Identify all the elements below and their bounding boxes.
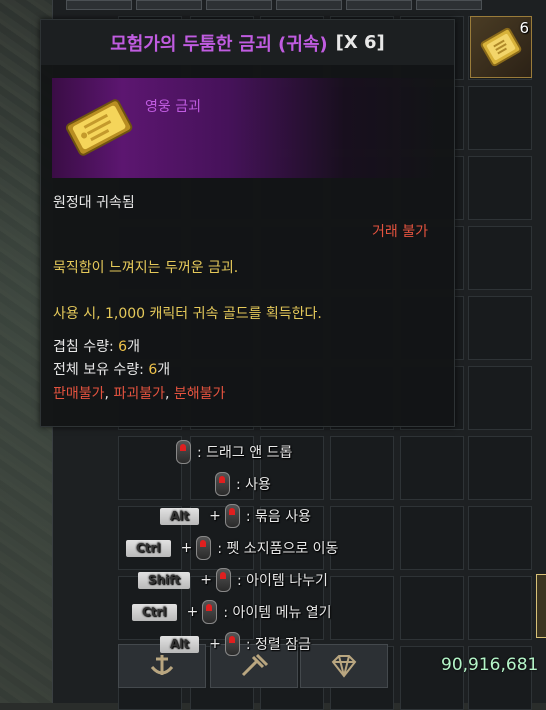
inventory-slot[interactable]	[468, 296, 532, 360]
hint-move-to-pet: Ctrl + : 펫 소지품으로 이동	[126, 536, 338, 560]
mouse-icon	[215, 472, 230, 496]
inventory-slot[interactable]	[118, 436, 182, 500]
hint-drag-drop: : 드래그 앤 드롭	[176, 440, 292, 464]
inventory-tab[interactable]	[206, 0, 272, 10]
restrictions: 판매불가, 파괴불가, 분해불가	[53, 386, 226, 402]
anchor-icon	[150, 655, 174, 675]
mouse-icon	[216, 568, 231, 592]
hint-split-item: Shift + : 아이템 나누기	[138, 568, 328, 592]
gold-bar-icon	[65, 99, 133, 156]
hint-use: : 사용	[215, 472, 271, 496]
restriction-disassemble: 분해불가	[173, 386, 226, 402]
use-effect: 사용 시, 1,000 캐릭터 귀속 골드를 획득한다.	[53, 306, 322, 322]
bound-text: 원정대 귀속됨	[53, 195, 135, 211]
inventory-slot-partial[interactable]	[536, 574, 546, 638]
alt-key: Alt	[160, 635, 200, 653]
inventory-slot[interactable]	[330, 576, 394, 640]
inventory-tab[interactable]	[66, 0, 132, 10]
trade-status: 거래 불가	[372, 224, 428, 240]
item-stack-count: 6	[519, 19, 529, 37]
inventory-tab[interactable]	[276, 0, 342, 10]
total-owned: 전체 보유 수량: 6개	[53, 359, 170, 379]
restriction-sell: 판매불가	[53, 386, 105, 402]
mouse-icon	[196, 536, 212, 560]
gold-amount: 90,916,681	[441, 655, 539, 675]
hint-sort-lock: Alt + : 정렬 잠금	[160, 632, 311, 656]
mouse-icon	[224, 632, 240, 656]
stack-qty-label: 겹침 수량:	[53, 339, 119, 355]
restriction-destroy: 파괴불가	[113, 386, 165, 402]
inventory-slot[interactable]	[330, 506, 394, 570]
item-stack-label: [X 6]	[335, 32, 385, 53]
ctrl-key: Ctrl	[132, 603, 177, 621]
hint-bundle-use: Alt + : 묶음 사용	[160, 504, 311, 528]
hammer-icon	[241, 653, 269, 677]
inventory-slot[interactable]	[468, 366, 532, 430]
hint-item-menu: Ctrl + : 아이템 메뉴 열기	[132, 600, 332, 624]
inventory-slot[interactable]	[468, 436, 532, 500]
inventory-slot[interactable]	[468, 86, 532, 150]
inventory-slot[interactable]	[468, 156, 532, 220]
tooltip-header: 모험가의 두툼한 금괴 (귀속) [X 6]	[41, 20, 454, 65]
inventory-tab[interactable]	[416, 0, 482, 10]
gold-bar-slot[interactable]: 6	[470, 16, 532, 78]
total-owned-value: 6	[148, 362, 158, 378]
inventory-slot[interactable]	[468, 226, 532, 290]
alt-key: Alt	[160, 507, 200, 525]
item-name: 모험가의 두툼한 금괴 (귀속)	[110, 33, 328, 55]
inventory-slot[interactable]	[468, 506, 532, 570]
shift-key: Shift	[138, 571, 191, 589]
stack-quantity: 겹침 수량: 6개	[53, 336, 140, 356]
inventory-slot[interactable]	[468, 576, 532, 640]
inventory-slot[interactable]	[330, 436, 394, 500]
inventory-top-tabs	[66, 0, 546, 10]
total-owned-unit: 개	[157, 362, 171, 378]
item-description: 묵직함이 느껴지는 두꺼운 금괴.	[53, 260, 239, 276]
item-grade: 영웅 금괴	[145, 99, 201, 115]
total-owned-label: 전체 보유 수량:	[53, 362, 149, 378]
stack-qty-unit: 개	[127, 339, 140, 355]
gem-icon	[331, 655, 357, 678]
mouse-icon	[202, 600, 218, 624]
inventory-tab[interactable]	[136, 0, 202, 10]
inventory-slot[interactable]	[400, 436, 464, 500]
inventory-slot[interactable]	[400, 576, 464, 640]
mouse-icon	[224, 504, 240, 528]
mouse-icon	[176, 440, 191, 464]
inventory-slot[interactable]	[400, 506, 464, 570]
ctrl-key: Ctrl	[126, 539, 171, 557]
stack-qty-value: 6	[118, 339, 128, 355]
gem-button[interactable]	[300, 644, 388, 688]
inventory-tab[interactable]	[346, 0, 412, 10]
